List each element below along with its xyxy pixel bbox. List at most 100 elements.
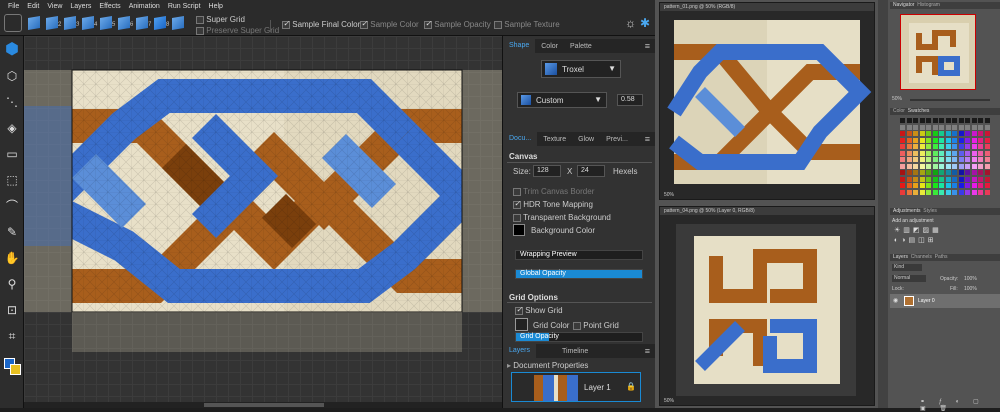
color-swatch[interactable] <box>971 124 977 130</box>
horizontal-scrollbar[interactable] <box>24 402 502 408</box>
color-swatch[interactable] <box>939 144 944 149</box>
super-grid-toggle[interactable]: Super Grid <box>196 15 245 24</box>
color-swatch[interactable] <box>906 150 912 156</box>
color-swatch[interactable] <box>965 131 970 136</box>
color-swatch[interactable] <box>952 170 957 175</box>
sample-final-color-checkbox[interactable] <box>282 19 290 29</box>
color-swatch[interactable] <box>926 157 931 162</box>
tab-palette[interactable]: Palette <box>564 43 598 50</box>
color-swatch[interactable] <box>971 137 977 143</box>
scroll-thumb[interactable] <box>204 403 324 407</box>
color-swatch[interactable] <box>919 144 925 149</box>
color-swatch[interactable] <box>939 131 944 136</box>
color-swatch[interactable] <box>919 157 925 162</box>
layer-actions[interactable]: ⚭ ƒ ◐ ▢ ▣ 🗑 <box>890 398 1000 412</box>
color-swatch[interactable] <box>952 118 957 123</box>
color-swatch[interactable] <box>913 131 918 136</box>
color-swatch[interactable] <box>900 144 905 149</box>
color-swatch[interactable] <box>926 131 931 136</box>
secondary-color-swatch[interactable] <box>10 364 21 375</box>
grid-color-swatch[interactable] <box>515 318 528 331</box>
zoom-icon[interactable]: ⚲ <box>4 276 20 292</box>
menu-view[interactable]: View <box>47 3 62 10</box>
color-swatch[interactable] <box>952 189 957 195</box>
cube-3-icon[interactable]: 3 <box>64 15 79 31</box>
tab-texture[interactable]: Texture <box>537 136 572 143</box>
tab-layers-ps[interactable]: Layers <box>893 254 908 260</box>
panel-menu-icon[interactable]: ≡ <box>639 134 656 144</box>
tab-histogram[interactable]: Histogram <box>917 2 940 8</box>
color-swatch[interactable] <box>965 189 970 195</box>
tab-navigator[interactable]: Navigator <box>893 2 914 8</box>
color-swatch[interactable] <box>984 118 990 123</box>
tab-color[interactable]: Color <box>535 43 564 50</box>
tab-timeline[interactable]: Timeline <box>556 348 594 355</box>
super-grid-checkbox[interactable] <box>196 15 204 24</box>
color-swatch[interactable] <box>919 189 925 195</box>
sun-icon[interactable]: ☼ <box>625 16 636 30</box>
color-swatch[interactable] <box>952 176 957 182</box>
color-swatch[interactable] <box>900 157 905 162</box>
color-swatch[interactable] <box>945 144 951 149</box>
color-swatch[interactable] <box>900 163 905 169</box>
document-properties-row[interactable]: ▸ Document Properties <box>507 361 588 370</box>
color-swatch[interactable] <box>945 189 951 195</box>
color-swatch[interactable] <box>932 176 938 182</box>
color-swatch[interactable] <box>958 189 964 195</box>
color-swatch[interactable] <box>932 137 938 143</box>
canvas-width-input[interactable]: 128 <box>533 165 561 177</box>
line-tool-icon[interactable]: ⋱ <box>4 94 20 110</box>
color-swatch[interactable] <box>984 137 990 143</box>
color-swatch[interactable] <box>932 189 938 195</box>
tab-document[interactable]: Docu... <box>503 132 538 146</box>
color-swatch[interactable] <box>971 144 977 149</box>
color-swatch[interactable] <box>984 163 990 169</box>
color-swatch[interactable] <box>958 131 964 136</box>
cube-7-icon[interactable]: 7 <box>136 15 151 31</box>
cube-8-icon[interactable]: 8 <box>154 15 169 31</box>
layer-kind-filter[interactable]: Kind <box>892 264 922 271</box>
color-swatch[interactable] <box>965 170 970 175</box>
color-swatch[interactable] <box>939 183 944 188</box>
drawing-canvas[interactable] <box>24 36 502 402</box>
color-swatch[interactable] <box>906 163 912 169</box>
color-swatch[interactable] <box>971 131 977 136</box>
color-swatch[interactable] <box>945 157 951 162</box>
color-swatch[interactable] <box>900 176 905 182</box>
color-swatch[interactable] <box>984 131 990 136</box>
color-swatch[interactable] <box>945 118 951 123</box>
menu-layers[interactable]: Layers <box>70 3 91 10</box>
color-swatch[interactable] <box>932 118 938 123</box>
transparent-bg-toggle[interactable]: Transparent Background <box>513 213 611 222</box>
color-swatch[interactable] <box>913 157 918 162</box>
color-swatch[interactable] <box>939 137 944 143</box>
color-swatch[interactable] <box>926 118 931 123</box>
menu-file[interactable]: File <box>8 3 19 10</box>
color-swatch[interactable] <box>952 150 957 156</box>
show-grid-checkbox[interactable] <box>515 305 523 315</box>
color-swatch[interactable] <box>932 131 938 136</box>
color-swatch[interactable] <box>965 124 970 130</box>
color-swatch[interactable] <box>945 150 951 156</box>
grid-opacity-slider[interactable]: Grid Opacity <box>515 332 643 342</box>
background-color-swatch[interactable] <box>513 224 525 236</box>
color-swatch[interactable] <box>932 144 938 149</box>
color-swatch[interactable] <box>978 150 983 156</box>
color-swatch[interactable] <box>952 144 957 149</box>
preserve-super-grid-checkbox[interactable] <box>196 26 204 35</box>
color-swatch[interactable] <box>978 157 983 162</box>
lasso-icon[interactable]: ⌒ <box>4 198 20 214</box>
color-swatch[interactable] <box>945 183 951 188</box>
canvas-height-input[interactable]: 24 <box>577 165 605 177</box>
color-swatch[interactable] <box>952 131 957 136</box>
color-swatch[interactable] <box>952 183 957 188</box>
color-swatch[interactable] <box>952 137 957 143</box>
color-swatch[interactable] <box>926 183 931 188</box>
menu-run-script[interactable]: Run Script <box>168 3 201 10</box>
color-swatch[interactable] <box>971 118 977 123</box>
color-swatch[interactable] <box>952 157 957 162</box>
navigator-preview[interactable] <box>900 14 976 90</box>
lock-icon[interactable]: 🔒 <box>626 382 636 391</box>
eraser-icon[interactable]: ▭ <box>4 146 20 162</box>
hdr-toggle[interactable]: HDR Tone Mapping <box>513 199 593 209</box>
